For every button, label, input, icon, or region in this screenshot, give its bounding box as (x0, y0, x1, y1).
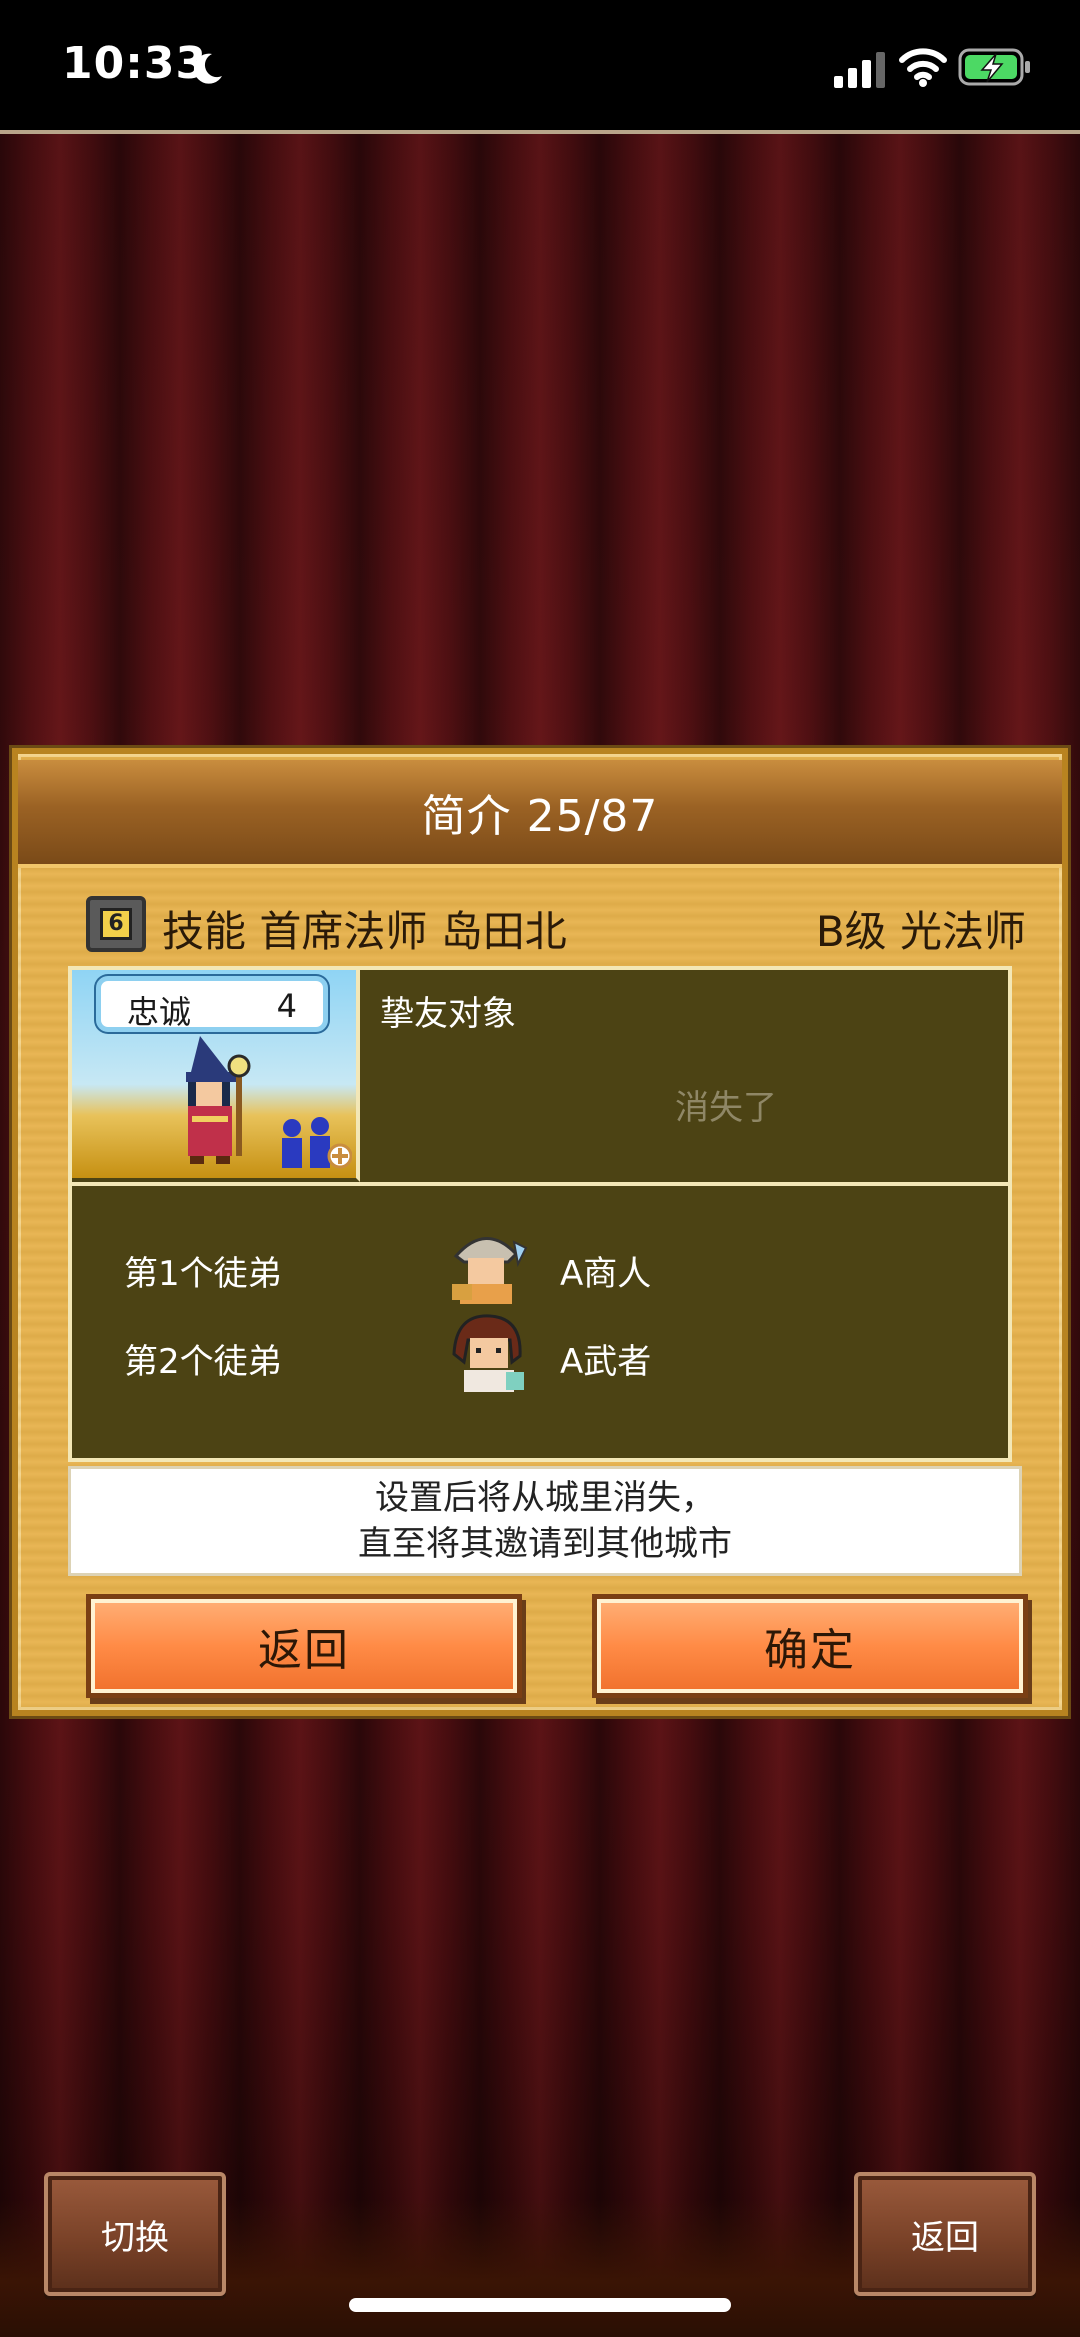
loyalty-badge: 忠诚 4 (96, 976, 328, 1032)
friend-label: 挚友对象 (380, 994, 516, 1034)
info-row: 6 技能 首席法师 岛田北 B级 光法师 (76, 892, 1026, 958)
notice-line: 设置后将从城里消失， (375, 1478, 715, 1518)
profile-dialog: 简介 25/87 6 技能 首席法师 岛田北 B级 光法师 忠诚 4 挚友对象 … (12, 748, 1068, 1716)
warrior-sprite-icon (452, 1314, 524, 1392)
skill-book-icon: 6 (86, 896, 146, 952)
bottom-back-button[interactable]: 返回 (854, 2172, 1036, 2296)
dialog-title: 简介 25/87 (421, 791, 659, 842)
friend-pair-icon (282, 1117, 352, 1169)
apprentice-label: 第1个徒弟 (124, 1254, 282, 1294)
apprentice-list: 第1个徒弟 A商人 第2个徒弟 A武者 (72, 1182, 1008, 1458)
status-time: 10:33 (62, 38, 208, 89)
dialog-header: 简介 25/87 (18, 760, 1062, 868)
signal-icon (834, 52, 885, 88)
loyalty-label: 忠诚 (127, 993, 192, 1031)
merchant-sprite-icon (452, 1237, 528, 1304)
battery-charging-icon (958, 48, 1030, 86)
home-indicator[interactable] (349, 2298, 731, 2312)
friend-box: 挚友对象 消失了 (364, 970, 1008, 1182)
rank-text: B级 光法师 (815, 907, 1026, 956)
wifi-icon (899, 48, 947, 87)
wizard-sprite-icon (186, 1036, 251, 1164)
skill-text: 技能 首席法师 岛田北 (162, 907, 567, 956)
moon-icon (193, 53, 222, 84)
apprentice-label: 第2个徒弟 (124, 1342, 282, 1382)
notice-box: 设置后将从城里消失， 直至将其邀请到其他城市 (68, 1466, 1022, 1576)
character-panel: 忠诚 4 挚友对象 消失了 第1个徒弟 A商人 第2个徒弟 A武者 (68, 966, 1012, 1462)
apprentice-name: A商人 (560, 1254, 652, 1294)
character-portrait[interactable]: 忠诚 4 (72, 970, 360, 1182)
friend-status: 消失了 (675, 1088, 777, 1128)
back-button[interactable]: 返回 (86, 1594, 522, 1698)
apprentice-row: 第1个徒弟 A商人 (72, 1226, 1008, 1306)
loyalty-value: 4 (276, 987, 297, 1025)
apprentice-row: 第2个徒弟 A武者 (72, 1314, 1008, 1394)
switch-button[interactable]: 切换 (44, 2172, 226, 2296)
confirm-button[interactable]: 确定 (592, 1594, 1028, 1698)
notice-line: 直至将其邀请到其他城市 (358, 1524, 732, 1564)
status-bar: 10:33 (0, 0, 1080, 132)
apprentice-name: A武者 (560, 1342, 652, 1382)
